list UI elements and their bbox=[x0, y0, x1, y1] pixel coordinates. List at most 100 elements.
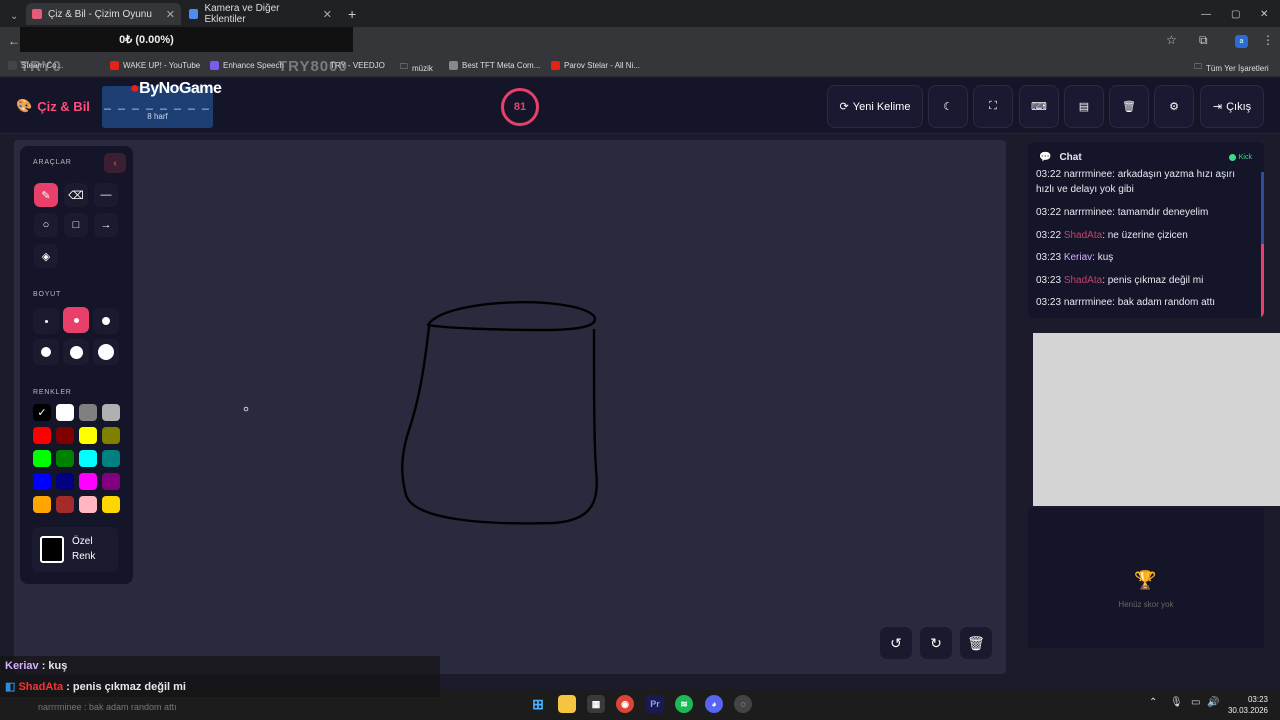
exit-button[interactable]: ⇥ Çıkış bbox=[1200, 85, 1264, 128]
redo-button[interactable]: ↻ bbox=[920, 627, 952, 659]
tab-title: Çiz & Bil - Çizim Oyunu bbox=[48, 8, 152, 20]
size-dot bbox=[73, 317, 79, 323]
color-swatch[interactable] bbox=[33, 450, 51, 467]
size-option[interactable] bbox=[33, 308, 59, 334]
color-swatch[interactable] bbox=[33, 473, 51, 490]
keyboard-button[interactable]: ⌨ bbox=[1019, 85, 1059, 128]
color-swatch[interactable] bbox=[56, 496, 74, 513]
color-swatch[interactable] bbox=[79, 404, 97, 421]
bookmark-folder[interactable]: 🗀 müzik bbox=[400, 61, 433, 75]
new-tab-button[interactable]: + bbox=[342, 3, 362, 25]
fullscreen-button[interactable]: ⛶ bbox=[973, 85, 1013, 128]
color-swatch[interactable] bbox=[102, 473, 120, 490]
microphone-icon[interactable]: 🎙 bbox=[1170, 697, 1183, 708]
browser-tab-bar: ⌄ Çiz & Bil - Çizim Oyunu ✕ Kamera ve Di… bbox=[0, 0, 1280, 27]
circle-tool[interactable]: ○ bbox=[34, 213, 58, 237]
clear-button[interactable]: 🗑 bbox=[1109, 85, 1149, 128]
color-swatch[interactable] bbox=[102, 450, 120, 467]
drawing-stroke bbox=[426, 301, 597, 332]
color-swatch[interactable] bbox=[79, 496, 97, 513]
display-icon[interactable]: ▭ bbox=[1191, 697, 1200, 708]
color-swatch[interactable] bbox=[79, 427, 97, 444]
window-close-button[interactable]: ✕ bbox=[1254, 3, 1274, 25]
archive-button[interactable]: ▤ bbox=[1064, 85, 1104, 128]
steam-icon bbox=[8, 61, 17, 70]
color-swatch[interactable] bbox=[102, 404, 120, 421]
settings-button[interactable]: ⚙ bbox=[1154, 85, 1194, 128]
bookmark-item[interactable]: WAKE UP! - YouTube bbox=[110, 61, 200, 70]
tab-second[interactable]: Kamera ve Diğer Eklentiler ✕ bbox=[183, 3, 338, 25]
start-icon[interactable]: ⊞ bbox=[529, 695, 547, 713]
collapse-toolbox-button[interactable]: ‹ bbox=[104, 153, 126, 173]
all-bookmarks[interactable]: 🗀 Tüm Yer İşaretleri bbox=[1194, 61, 1269, 75]
tab-ciz-bil[interactable]: Çiz & Bil - Çizim Oyunu ✕ bbox=[26, 3, 181, 25]
youtube-icon bbox=[110, 61, 119, 70]
tab-search-dropdown[interactable]: ⌄ bbox=[4, 5, 20, 27]
close-icon[interactable]: ✕ bbox=[166, 8, 175, 21]
system-clock[interactable]: 03:23 30.03.2026 bbox=[1228, 694, 1268, 716]
color-swatch[interactable] bbox=[102, 427, 120, 444]
bookmark-item[interactable]: Parov Stelar - All Ni... bbox=[551, 61, 640, 70]
color-swatch[interactable] bbox=[33, 427, 51, 444]
maximize-button[interactable]: ▢ bbox=[1225, 3, 1246, 25]
size-option[interactable] bbox=[63, 339, 89, 365]
undo-button[interactable]: ↺ bbox=[880, 627, 912, 659]
app-icon[interactable]: ◌ bbox=[734, 695, 752, 713]
star-icon[interactable]: ☆ bbox=[1166, 33, 1177, 47]
trash-icon: 🗑 bbox=[967, 634, 985, 651]
chat-message: 03:22 narrrminee: arkadaşın yazma hızı a… bbox=[1036, 169, 1235, 195]
color-swatch[interactable] bbox=[79, 450, 97, 467]
color-swatch[interactable] bbox=[56, 404, 74, 421]
back-icon[interactable]: ← bbox=[8, 34, 20, 48]
chrome-icon[interactable]: ◉ bbox=[616, 695, 634, 713]
drawing-canvas[interactable] bbox=[14, 140, 1006, 674]
color-swatch[interactable] bbox=[56, 427, 74, 444]
clear-canvas-button[interactable]: 🗑 bbox=[960, 627, 992, 659]
tools-title: ARAÇLAR bbox=[33, 159, 72, 166]
new-word-button[interactable]: ⟳ Yeni Kelime bbox=[827, 85, 923, 128]
theme-toggle-button[interactable]: ☾ bbox=[928, 85, 968, 128]
file-explorer-icon[interactable] bbox=[558, 695, 576, 713]
overlay-chat-line: ◧ ShadAta : penis çıkmaz değil mi bbox=[0, 677, 440, 697]
size-option[interactable] bbox=[93, 308, 119, 334]
bookmark-item[interactable]: Best TFT Meta Com... bbox=[449, 61, 540, 70]
rectangle-tool[interactable]: □ bbox=[64, 213, 88, 237]
volume-icon[interactable]: 🔊 bbox=[1207, 697, 1219, 708]
custom-color-button[interactable]: Özel Renk bbox=[32, 527, 118, 572]
line-tool[interactable]: — bbox=[94, 183, 118, 207]
pen-tool[interactable]: ✎ bbox=[34, 183, 58, 207]
pen-icon: ✎ bbox=[41, 189, 51, 202]
bookmarks-bar: Steam Co... WAKE UP! - YouTube Enhance S… bbox=[0, 56, 1280, 77]
size-option[interactable] bbox=[93, 339, 119, 365]
menu-icon[interactable]: ⋮ bbox=[1262, 33, 1274, 47]
custom-color-preview bbox=[40, 536, 64, 563]
color-swatch[interactable] bbox=[102, 496, 120, 513]
arrow-tool[interactable]: → bbox=[94, 213, 118, 237]
eraser-tool[interactable]: ⌫ bbox=[64, 183, 88, 207]
word-mask: _ _ _ _ _ _ _ _ bbox=[104, 96, 211, 110]
scoreboard-panel: 🏆 Henüz skor yok bbox=[1028, 508, 1264, 648]
close-icon[interactable]: ✕ bbox=[323, 8, 332, 21]
color-swatch[interactable] bbox=[79, 473, 97, 490]
color-swatch[interactable] bbox=[56, 450, 74, 467]
minimize-button[interactable]: — bbox=[1195, 3, 1217, 25]
store-icon[interactable]: ▦ bbox=[587, 695, 605, 713]
tray-chevron-icon[interactable]: ⌃ bbox=[1149, 697, 1157, 708]
profile-avatar[interactable]: a bbox=[1235, 35, 1248, 48]
size-option[interactable] bbox=[33, 339, 59, 365]
size-option[interactable] bbox=[63, 307, 89, 333]
color-swatch[interactable]: ✓ bbox=[33, 404, 51, 421]
discord-icon[interactable]: ◕ bbox=[705, 695, 723, 713]
kick-status: Kick bbox=[1228, 154, 1252, 161]
premiere-icon[interactable]: Pr bbox=[646, 695, 664, 713]
fill-tool[interactable]: ◈ bbox=[34, 244, 58, 268]
app-logo[interactable]: 🎨 Çiz & Bil bbox=[16, 98, 90, 114]
color-swatch[interactable] bbox=[56, 473, 74, 490]
spotify-icon[interactable]: ≋ bbox=[675, 695, 693, 713]
size-dot bbox=[41, 347, 51, 357]
bookmark-item[interactable]: Enhance Speech bbox=[210, 61, 284, 70]
chat-scrollbar-thumb[interactable] bbox=[1261, 172, 1264, 244]
size-dot bbox=[44, 319, 48, 323]
color-swatch[interactable] bbox=[33, 496, 51, 513]
extensions-icon[interactable]: ⧉ bbox=[1199, 33, 1208, 48]
